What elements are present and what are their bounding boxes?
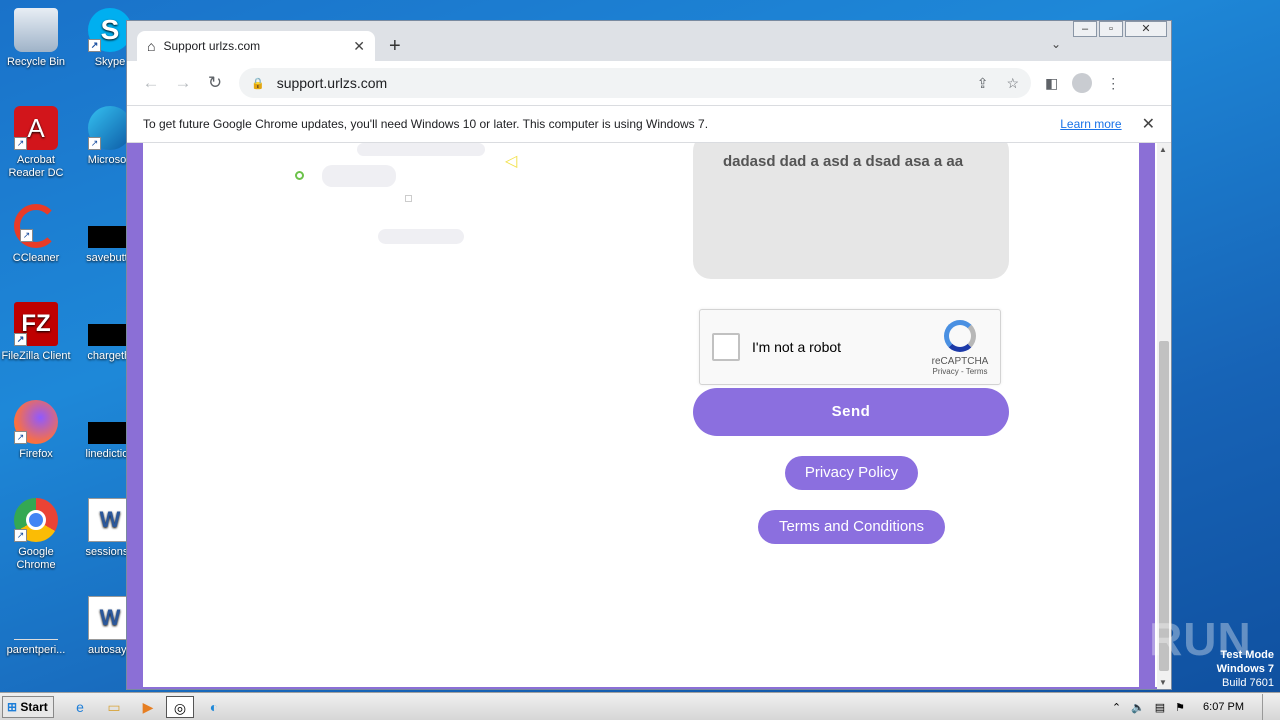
infobar-message: To get future Google Chrome updates, you… xyxy=(143,117,709,131)
filezilla-icon: FZ ↗ xyxy=(14,302,58,346)
forward-button[interactable]: → xyxy=(167,73,199,93)
clock[interactable]: 6:07 PM xyxy=(1203,701,1244,713)
profile-avatar-icon[interactable] xyxy=(1072,73,1093,93)
tab-title: Support urlzs.com xyxy=(163,39,261,53)
learn-more-link[interactable]: Learn more xyxy=(1060,117,1121,131)
message-textarea[interactable]: dadasd dad a asd a dsad asa a aa xyxy=(693,143,1009,279)
loading-placeholder xyxy=(357,143,485,156)
loading-placeholder xyxy=(378,229,464,244)
test-mode-text: Test Mode xyxy=(1220,649,1274,661)
action-center-flag-icon[interactable]: ⚑ xyxy=(1175,701,1185,714)
windows-logo-icon: ⊞ xyxy=(7,700,18,714)
chrome-taskbar-icon[interactable]: ◎ xyxy=(166,696,194,718)
browser-window: ⌂ Support urlzs.com ✕ + ⌄ – ▫ ✕ ← → ↻ 🔒 … xyxy=(126,20,1172,690)
message-text: dadasd dad a asd a dsad asa a aa xyxy=(723,153,964,170)
back-button[interactable]: ← xyxy=(135,73,167,93)
chrome-icon: ↗ xyxy=(14,498,58,542)
recaptcha-label: I'm not a robot xyxy=(752,339,842,355)
desktop-icon-acrobat[interactable]: A ↗ Acrobat Reader DC xyxy=(0,106,72,180)
network-icon[interactable]: ▤ xyxy=(1155,701,1165,714)
window-controls: – ▫ ✕ xyxy=(1073,21,1167,37)
decorative-circle xyxy=(295,171,304,180)
address-bar[interactable]: 🔒 support.urlzs.com ⇪ ☆ xyxy=(239,68,1031,98)
page-scrollbar[interactable]: ▲ ▼ xyxy=(1157,143,1171,689)
desktop-icon-filezilla[interactable]: FZ ↗ FileZilla Client xyxy=(0,302,72,363)
ccleaner-icon: ↗ xyxy=(14,204,58,248)
decorative-triangle: ◁ xyxy=(505,153,518,170)
show-desktop-button[interactable] xyxy=(1262,694,1276,720)
reload-button[interactable]: ↻ xyxy=(199,73,231,93)
desktop-icon-recycle-bin[interactable]: Recycle Bin xyxy=(0,8,72,69)
bookmark-star-icon[interactable]: ☆ xyxy=(1006,75,1019,92)
build-number-text: Build 7601 xyxy=(1222,677,1274,689)
test-mode-label: Test Mode Windows 7 Build 7601 xyxy=(1217,648,1274,690)
recaptcha-privacy-terms[interactable]: Privacy - Terms xyxy=(930,367,990,376)
scroll-up-arrow-icon[interactable]: ▲ xyxy=(1159,145,1167,154)
recycle-bin-icon xyxy=(14,8,58,52)
privacy-policy-button[interactable]: Privacy Policy xyxy=(785,456,918,490)
loading-placeholder xyxy=(322,165,396,187)
url-text: support.urlzs.com xyxy=(276,75,388,91)
recaptcha-brand: reCAPTCHA xyxy=(931,356,989,367)
side-panel-icon[interactable]: ◧ xyxy=(1045,75,1058,92)
update-infobar: To get future Google Chrome updates, you… xyxy=(127,105,1171,143)
home-icon: ⌂ xyxy=(147,38,156,54)
desktop-icon-parentperi[interactable]: parentperi... xyxy=(0,596,72,657)
minimize-button[interactable]: – xyxy=(1073,21,1097,37)
maximize-button[interactable]: ▫ xyxy=(1099,21,1123,37)
start-button[interactable]: ⊞ Start xyxy=(2,696,54,718)
desktop-icon-google-chrome[interactable]: ↗ Google Chrome xyxy=(0,498,72,572)
taskbar: ⊞ Start e ▭ ▶ ◎ ◐ ⌃ 🔈 ▤ ⚑ 6:07 PM xyxy=(0,692,1280,720)
desktop-icon-firefox[interactable]: ↗ Firefox xyxy=(0,400,72,461)
volume-icon[interactable]: 🔈 xyxy=(1131,701,1145,714)
tab-support[interactable]: ⌂ Support urlzs.com ✕ xyxy=(137,31,375,61)
page-border-bottom xyxy=(127,687,1157,689)
recaptcha-icon xyxy=(944,320,976,352)
terms-conditions-button[interactable]: Terms and Conditions xyxy=(758,510,945,544)
page-border-left xyxy=(127,143,143,689)
file-explorer-icon[interactable]: ▭ xyxy=(100,696,128,718)
acrobat-icon: A ↗ xyxy=(14,106,58,150)
scroll-down-arrow-icon[interactable]: ▼ xyxy=(1159,678,1167,687)
internet-explorer-icon[interactable]: e xyxy=(66,696,94,718)
menu-kebab-icon[interactable]: ⋮ xyxy=(1106,75,1120,92)
tab-close-icon[interactable]: ✕ xyxy=(353,38,365,55)
page-content: ◁ dadasd dad a asd a dsad asa a aa I'm n… xyxy=(127,143,1157,689)
recaptcha-checkbox[interactable] xyxy=(712,333,740,361)
start-label: Start xyxy=(20,700,48,714)
tray-expand-icon[interactable]: ⌃ xyxy=(1112,701,1121,714)
tab-strip: ⌂ Support urlzs.com ✕ + ⌄ – ▫ ✕ xyxy=(127,21,1171,61)
lock-icon[interactable]: 🔒 xyxy=(251,77,265,90)
firefox-icon: ↗ xyxy=(14,400,58,444)
recaptcha-widget: I'm not a robot reCAPTCHA Privacy - Term… xyxy=(699,309,1001,385)
tab-search-chevron-icon[interactable]: ⌄ xyxy=(1051,37,1061,51)
share-icon[interactable]: ⇪ xyxy=(977,75,989,92)
new-tab-button[interactable]: + xyxy=(389,35,401,58)
desktop-icon-ccleaner[interactable]: ↗ CCleaner xyxy=(0,204,72,265)
edge-taskbar-icon[interactable]: ◐ xyxy=(200,696,228,718)
os-version-text: Windows 7 xyxy=(1216,663,1274,675)
browser-toolbar: ← → ↻ 🔒 support.urlzs.com ⇪ ☆ ◧ ⋮ xyxy=(127,61,1171,105)
system-tray: ⌃ 🔈 ▤ ⚑ 6:07 PM xyxy=(1112,693,1276,720)
decorative-square xyxy=(405,195,412,202)
infobar-close-icon[interactable]: ✕ xyxy=(1142,114,1155,134)
page-border-right xyxy=(1139,143,1155,689)
file-icon xyxy=(14,596,58,640)
close-window-button[interactable]: ✕ xyxy=(1125,21,1167,37)
send-button[interactable]: Send xyxy=(693,388,1009,436)
media-player-icon[interactable]: ▶ xyxy=(134,696,162,718)
recaptcha-logo: reCAPTCHA Privacy - Terms xyxy=(930,320,990,376)
